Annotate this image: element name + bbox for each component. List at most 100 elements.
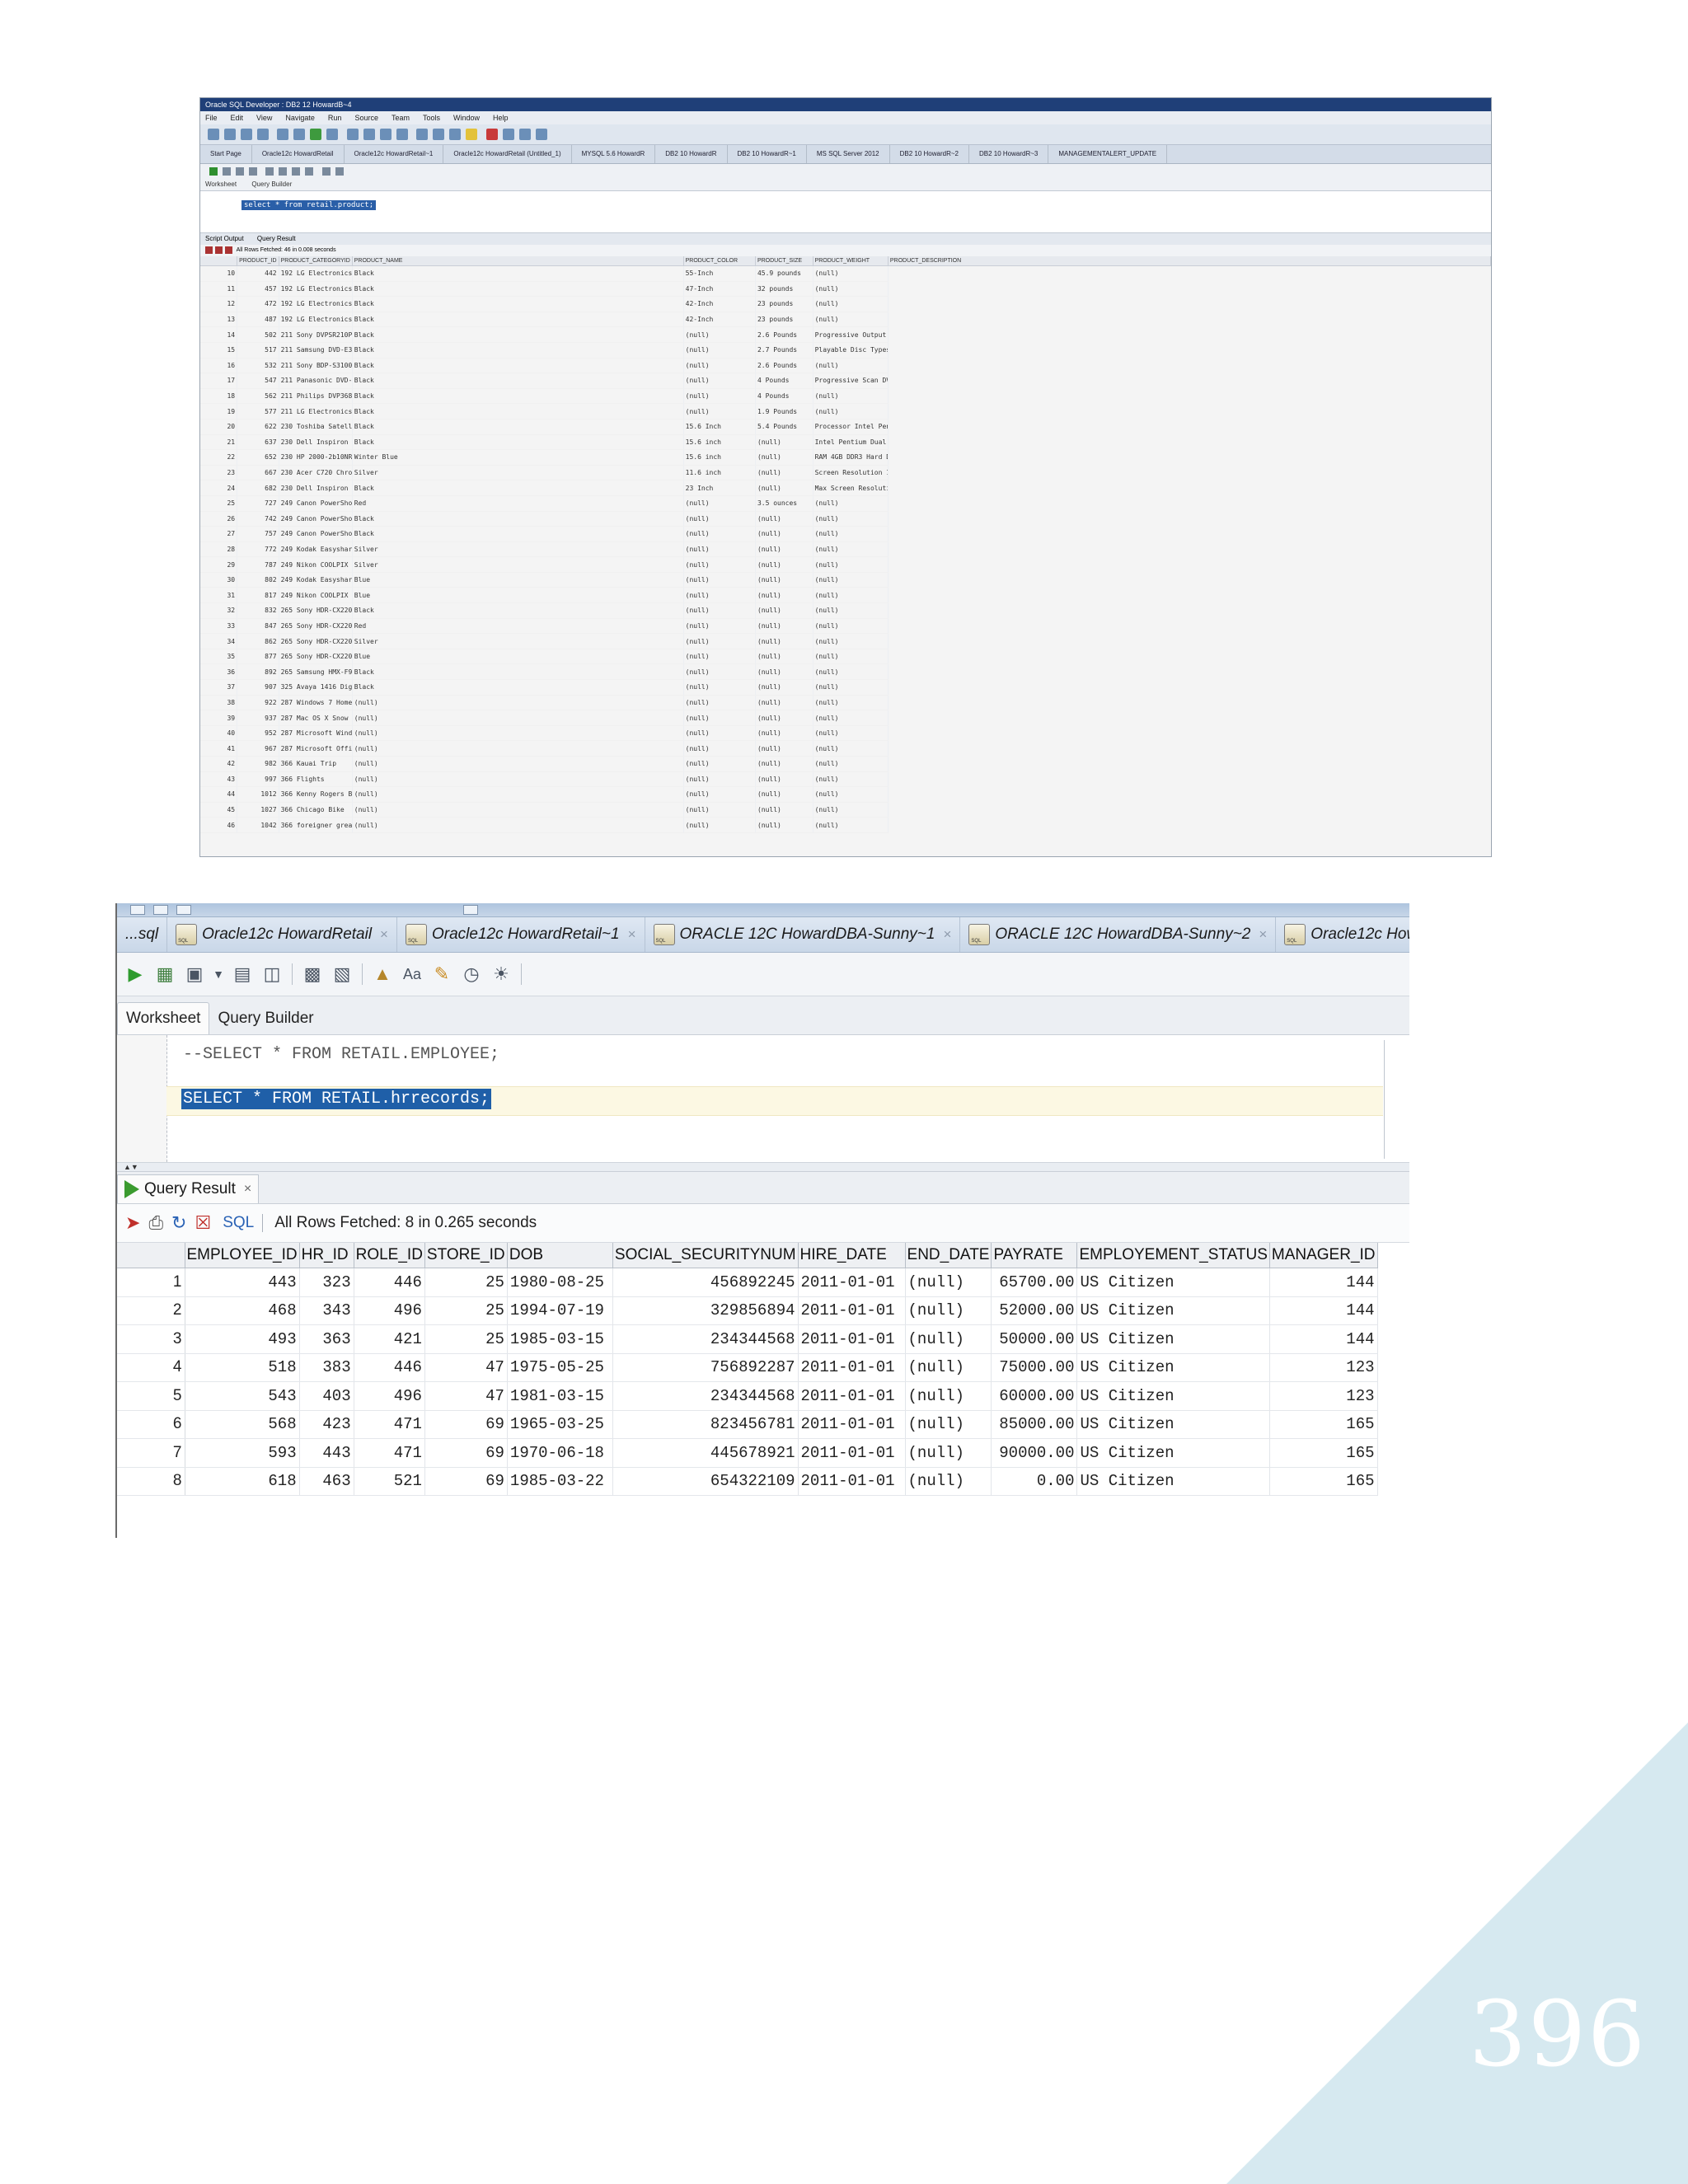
table-cell[interactable]: 35	[200, 649, 238, 665]
run-script-icon[interactable]	[223, 167, 231, 176]
menu-item[interactable]: Help	[493, 114, 509, 122]
table-cell[interactable]: 45.9 pounds	[755, 265, 814, 282]
pin-icon[interactable]	[205, 246, 213, 254]
table-cell[interactable]: Silver	[352, 465, 684, 481]
table-cell[interactable]: (null)	[755, 771, 814, 788]
cancel-fetch-icon[interactable]: ☒	[195, 1212, 211, 1234]
table-cell[interactable]: (null)	[352, 756, 684, 772]
row-number[interactable]: 3	[117, 1324, 185, 1354]
table-cell[interactable]: Black	[352, 602, 684, 619]
selected-sql[interactable]: SELECT * FROM RETAIL.hrrecords;	[181, 1089, 492, 1109]
table-cell[interactable]: 756892287	[612, 1353, 799, 1382]
table-cell[interactable]: 65700.00	[991, 1268, 1078, 1297]
table-cell[interactable]: 16	[200, 358, 238, 374]
document-tab[interactable]: ...sql	[117, 917, 168, 952]
new-icon[interactable]	[208, 129, 219, 140]
splitter-arrows[interactable]: ▲▼	[117, 1163, 1409, 1172]
table-cell[interactable]: 2.6 Pounds	[755, 358, 814, 374]
table-row[interactable]: 21637230 Dell Inspiron 15 i15RV-9680BLKB…	[200, 434, 1491, 451]
table-cell[interactable]: (null)	[813, 756, 889, 772]
table-cell[interactable]: (null)	[813, 649, 889, 665]
table-cell[interactable]: 823456781	[612, 1410, 799, 1439]
table-cell[interactable]: 265 Samsung HMX-F90 Flash Memory HD Digi…	[279, 663, 353, 681]
table-cell[interactable]: 34	[200, 633, 238, 649]
table-cell[interactable]: RAM 4GB DDR3 Hard Drive 320 GB Graphics …	[813, 449, 889, 466]
new-icon[interactable]	[130, 905, 145, 915]
undo-icon[interactable]	[277, 129, 289, 140]
table-cell[interactable]: Black	[352, 312, 684, 328]
table-cell[interactable]: (null)	[813, 587, 889, 604]
column-header[interactable]: PRODUCT_NAME	[352, 256, 684, 266]
table-cell[interactable]: 493	[185, 1324, 300, 1354]
table-cell[interactable]: 123	[1269, 1381, 1378, 1411]
commit-icon[interactable]: ▩	[301, 963, 324, 986]
tab-script-output[interactable]: Script Output	[205, 235, 244, 242]
table-cell[interactable]: (null)	[755, 480, 814, 496]
table-cell[interactable]: 366 Chicago Bike	[279, 802, 353, 818]
table-cell[interactable]: 36	[200, 663, 238, 681]
table-row[interactable]: 5 543 403 496 47 1981-03-15 234344568 2011-01-0…	[117, 1381, 1378, 1411]
table-row[interactable]: 30802249 Kodak Easyshare C195 Digital Ca…	[200, 572, 1491, 588]
tab-worksheet[interactable]: Worksheet	[117, 1002, 210, 1034]
report-icon[interactable]	[433, 129, 445, 140]
table-cell[interactable]: (null)	[352, 740, 684, 757]
table-cell[interactable]: 4 Pounds	[755, 373, 814, 389]
table-cell[interactable]: 19	[200, 403, 238, 419]
table-cell[interactable]: 446	[354, 1268, 425, 1297]
table-cell[interactable]: 32 pounds	[755, 281, 814, 298]
table-row[interactable]: 1 443 323 446 25 1980-08-25 456892245 2011-01-0…	[117, 1268, 1378, 1297]
run-statement-icon[interactable]: ▶	[124, 963, 147, 986]
table-cell[interactable]: 471	[354, 1410, 425, 1439]
table-cell[interactable]: (null)	[755, 465, 814, 481]
table-cell[interactable]: 877	[237, 649, 279, 665]
table-cell[interactable]: 892	[237, 663, 279, 681]
table-cell[interactable]: (null)	[755, 802, 814, 818]
table-cell[interactable]: (null)	[813, 556, 889, 573]
table-row[interactable]: 23667230 Acer C720 ChromebookSilver11.6 …	[200, 465, 1491, 481]
dbms-output-icon[interactable]: ☀	[490, 963, 513, 986]
table-cell[interactable]: (null)	[683, 679, 756, 696]
table-cell[interactable]: 15.6 Inch	[683, 419, 756, 435]
table-cell[interactable]: (null)	[813, 572, 889, 588]
table-cell[interactable]: 11.6 inch	[683, 465, 756, 481]
print-icon[interactable]	[535, 129, 547, 140]
table-cell[interactable]: (null)	[813, 740, 889, 757]
table-cell[interactable]: (null)	[352, 710, 684, 726]
table-row[interactable]: 37907325 Avaya 1416 Digital TelephoneBla…	[200, 679, 1491, 696]
table-cell[interactable]: (null)	[683, 358, 756, 374]
table-cell[interactable]: 39	[200, 710, 238, 726]
table-cell[interactable]: 123	[1269, 1353, 1378, 1382]
document-tab[interactable]: Oracle12c HowardRetail~1	[345, 145, 444, 163]
menu-item[interactable]: Edit	[231, 114, 244, 122]
table-cell[interactable]: (null)	[683, 526, 756, 542]
explain-plan-icon[interactable]: ▤	[231, 963, 254, 986]
table-cell[interactable]: Black	[352, 373, 684, 389]
column-header[interactable]: SOCIAL_SECURITYNUM	[612, 1243, 799, 1268]
back-icon[interactable]	[346, 129, 359, 140]
table-cell[interactable]: 2011-01-01	[798, 1381, 906, 1411]
table-cell[interactable]: Black	[352, 419, 684, 435]
table-cell[interactable]: 15	[200, 342, 238, 359]
column-header[interactable]: MANAGER_ID	[1269, 1243, 1378, 1268]
document-tab[interactable]: Start Page	[200, 145, 252, 163]
document-tab[interactable]: MS SQL Server 2012	[807, 145, 890, 163]
table-cell[interactable]: (null)	[905, 1467, 992, 1496]
table-cell[interactable]: 1965-03-25	[507, 1410, 613, 1439]
close-icon[interactable]: ×	[380, 926, 388, 943]
document-tab[interactable]: DB2 10 HowardR	[655, 145, 728, 163]
table-cell[interactable]: (null)	[813, 771, 889, 788]
table-cell[interactable]: 69	[424, 1410, 508, 1439]
table-cell[interactable]: 727	[237, 495, 279, 512]
table-cell[interactable]: (null)	[905, 1324, 992, 1354]
table-row[interactable]: 12472192 LG Electronics 47LN5700 1080p 1…	[200, 296, 1491, 312]
rollback-icon[interactable]	[279, 167, 288, 176]
table-cell[interactable]: (null)	[755, 710, 814, 726]
table-cell[interactable]: 26	[200, 511, 238, 527]
table-cell[interactable]: US Citizen	[1076, 1353, 1270, 1382]
table-cell[interactable]: 165	[1269, 1467, 1378, 1496]
table-cell[interactable]: (null)	[352, 725, 684, 742]
table-cell[interactable]: Intel Pentium Dual Core 2127U Processor …	[813, 434, 889, 451]
table-cell[interactable]: 192 LG Electronics 47LN5700 1080p 120Hz …	[279, 265, 353, 282]
sql-icon[interactable]	[396, 129, 408, 140]
table-cell[interactable]: Silver	[352, 633, 684, 649]
